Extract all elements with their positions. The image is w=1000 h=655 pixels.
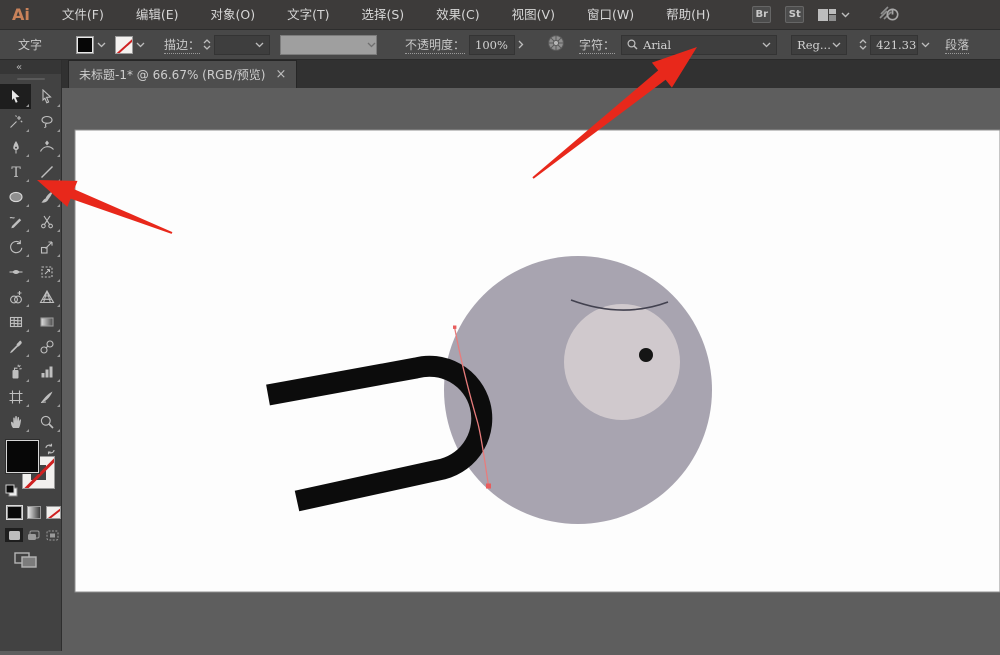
character-pupil[interactable] — [639, 348, 653, 362]
menu-effect[interactable]: 效果(C) — [420, 0, 495, 29]
gradient-mode-button[interactable] — [27, 506, 42, 519]
menu-file[interactable]: 文件(F) — [46, 0, 120, 29]
magic-wand-tool-icon[interactable] — [0, 109, 31, 134]
menu-object[interactable]: 对象(O) — [194, 0, 271, 29]
font-style-select[interactable]: Reg... — [791, 35, 847, 55]
opacity-expand-icon[interactable] — [515, 40, 527, 49]
shaper-tool-icon[interactable] — [0, 209, 31, 234]
artboard-tool-icon[interactable] — [0, 384, 31, 409]
tab-close-icon[interactable]: × — [275, 68, 286, 81]
tools-panel-header: « — [0, 60, 61, 74]
document-tab[interactable]: 未标题-1* @ 66.67% (RGB/预览) × — [68, 60, 297, 88]
draw-behind-button[interactable] — [24, 528, 42, 542]
font-size-input[interactable]: 421.33 — [870, 35, 918, 55]
line-segment-tool-icon[interactable] — [31, 159, 62, 184]
illustrator-logo: Ai — [12, 5, 30, 24]
menu-help[interactable]: 帮助(H) — [650, 0, 726, 29]
stroke-weight-stepper[interactable] — [203, 39, 211, 50]
fill-proxy-swatch[interactable] — [6, 440, 39, 473]
fill-stroke-indicator — [0, 438, 62, 498]
fill-color-swatch[interactable] — [76, 36, 94, 54]
selection-tool-icon[interactable] — [0, 84, 31, 109]
shape-builder-tool-icon[interactable] — [0, 284, 31, 309]
stroke-color-swatch[interactable] — [115, 36, 133, 54]
collapse-panel-icon[interactable]: « — [16, 62, 21, 73]
swap-fill-stroke-icon[interactable] — [44, 440, 56, 459]
stroke-color-chevron-icon[interactable] — [133, 42, 148, 48]
drawing-modes-row — [0, 519, 61, 542]
curvature-tool-icon[interactable] — [31, 134, 62, 159]
menu-view[interactable]: 视图(V) — [496, 0, 571, 29]
stroke-weight-label[interactable]: 描边： — [164, 36, 200, 54]
document-tab-title: 未标题-1* @ 66.67% (RGB/预览) — [79, 66, 265, 83]
font-size-stepper[interactable] — [859, 39, 867, 50]
hand-tool-icon[interactable] — [0, 409, 31, 434]
opacity-input[interactable]: 100% — [469, 35, 515, 55]
gradient-tool-icon[interactable] — [31, 309, 62, 334]
draft-anchor-point[interactable] — [486, 484, 491, 489]
draw-normal-button[interactable] — [5, 528, 23, 542]
draw-inside-button[interactable] — [43, 528, 61, 542]
blend-tool-icon[interactable] — [31, 334, 62, 359]
lasso-tool-icon[interactable] — [31, 109, 62, 134]
color-type-row — [0, 498, 61, 519]
font-size-chevron-icon[interactable] — [918, 42, 933, 48]
menu-type[interactable]: 文字(T) — [271, 0, 345, 29]
font-family-search[interactable]: Arial — [621, 35, 777, 55]
stroke-weight-select[interactable] — [214, 35, 270, 55]
workspace-switcher-icon[interactable] — [818, 8, 850, 22]
stock-button[interactable]: St — [785, 6, 804, 23]
gpu-performance-icon[interactable] — [878, 4, 900, 25]
character-label[interactable]: 字符： — [579, 36, 615, 54]
menu-window[interactable]: 窗口(W) — [571, 0, 650, 29]
svg-text:T: T — [11, 165, 21, 180]
menu-edit[interactable]: 编辑(E) — [120, 0, 195, 29]
free-transform-tool-icon[interactable] — [31, 259, 62, 284]
document-canvas[interactable] — [62, 88, 1000, 651]
symbol-sprayer-tool-icon[interactable] — [0, 359, 31, 384]
tools-panel: « T — [0, 60, 62, 651]
width-tool-icon[interactable] — [0, 259, 31, 284]
change-screen-mode-button[interactable] — [0, 542, 61, 569]
perspective-grid-tool-icon[interactable] — [31, 284, 62, 309]
menu-bar: Ai 文件(F) 编辑(E) 对象(O) 文字(T) 选择(S) 效果(C) 视… — [0, 0, 1000, 29]
paragraph-label[interactable]: 段落 — [945, 36, 969, 54]
rotate-tool-icon[interactable] — [0, 234, 31, 259]
control-bar: 文字 描边： 不透明度： 100% 字符： Arial Reg... — [0, 29, 1000, 60]
pen-tool-icon[interactable] — [0, 134, 31, 159]
eyedropper-tool-icon[interactable] — [0, 334, 31, 359]
menu-select[interactable]: 选择(S) — [345, 0, 420, 29]
character-eye[interactable] — [564, 304, 680, 420]
mesh-tool-icon[interactable] — [0, 309, 31, 334]
direct-selection-tool-icon[interactable] — [31, 84, 62, 109]
color-mode-button[interactable] — [7, 506, 22, 519]
zoom-tool-icon[interactable] — [31, 409, 62, 434]
panel-grip[interactable] — [17, 78, 45, 80]
width-profile-select[interactable] — [280, 35, 377, 55]
font-family-value: Arial — [643, 38, 757, 52]
scissors-tool-icon[interactable] — [31, 209, 62, 234]
type-tool-icon[interactable]: T — [0, 159, 31, 184]
slice-tool-icon[interactable] — [31, 384, 62, 409]
bridge-button[interactable]: Br — [752, 6, 771, 23]
default-fill-stroke-icon[interactable] — [5, 482, 18, 501]
scale-tool-icon[interactable] — [31, 234, 62, 259]
fill-color-chevron-icon[interactable] — [94, 42, 109, 48]
ellipse-tool-icon[interactable] — [0, 184, 31, 209]
draft-anchor-start[interactable] — [453, 326, 456, 329]
document-tab-bar: 未标题-1* @ 66.67% (RGB/预览) × — [62, 60, 1000, 88]
opacity-label[interactable]: 不透明度： — [405, 36, 465, 54]
context-label: 文字 — [18, 36, 42, 53]
none-mode-button[interactable] — [46, 506, 61, 519]
recolor-artwork-icon[interactable] — [547, 34, 565, 55]
paintbrush-tool-icon[interactable] — [31, 184, 62, 209]
column-graph-tool-icon[interactable] — [31, 359, 62, 384]
search-icon — [627, 39, 638, 50]
